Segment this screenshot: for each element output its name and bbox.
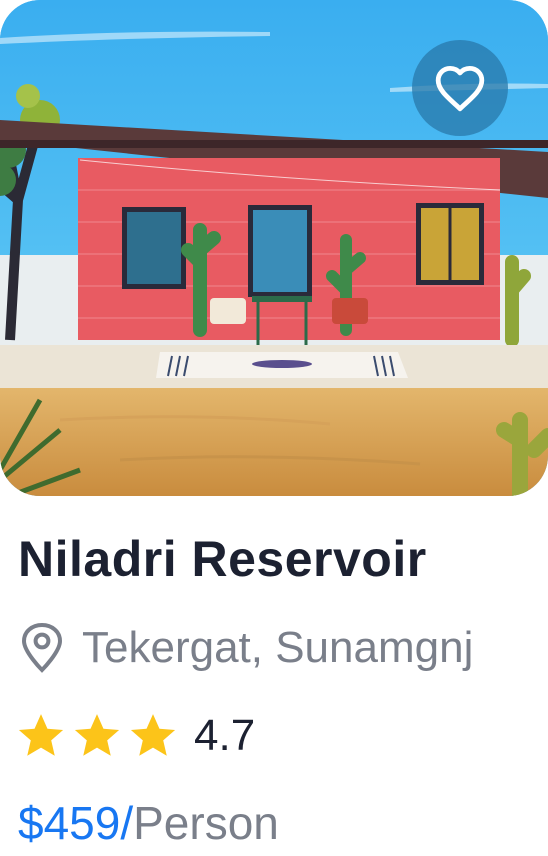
map-pin-icon — [21, 622, 63, 673]
location-row: Tekergat, Sunamgnj — [18, 618, 473, 678]
heart-icon — [435, 65, 485, 112]
listing-card[interactable]: Niladri Reservoir Tekergat, Sunamgnj 4.7… — [0, 0, 548, 856]
star-icon — [74, 714, 120, 756]
price: $459/Person — [18, 796, 279, 850]
star-icon — [130, 714, 176, 756]
listing-image[interactable] — [0, 0, 548, 496]
rating-value: 4.7 — [194, 711, 256, 760]
star-icon — [18, 714, 64, 756]
rating-row: 4.7 — [16, 708, 255, 764]
listing-title: Niladri Reservoir — [18, 531, 427, 587]
price-amount: $459/ — [18, 797, 134, 849]
price-unit: Person — [133, 797, 279, 849]
star-rating — [16, 712, 178, 760]
location-text: Tekergat, Sunamgnj — [82, 623, 474, 672]
favorite-button[interactable] — [412, 40, 508, 136]
